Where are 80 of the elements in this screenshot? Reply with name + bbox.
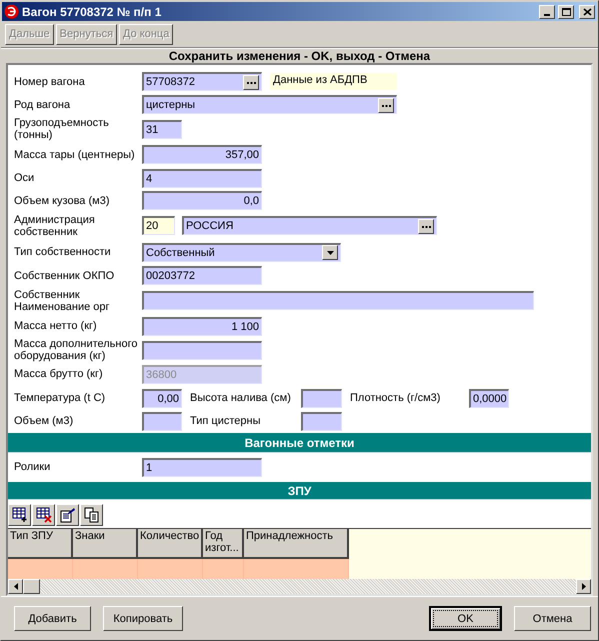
copy-button[interactable] [80, 504, 103, 526]
column-header[interactable]: Количество [138, 529, 203, 559]
browse-button[interactable] [243, 74, 259, 90]
input-field[interactable] [142, 291, 534, 310]
field-label: Масса дополнительного оборудования (кг) [14, 338, 138, 362]
minimize-icon [544, 14, 550, 16]
field-label: Плотность (г/см3) [350, 392, 442, 404]
lookup-field[interactable]: 57708372 [142, 72, 262, 91]
field-label: Масса тары (центнеры) [14, 148, 136, 160]
column-header[interactable]: Год изгот... [203, 529, 244, 559]
ellipsis-icon [422, 224, 430, 228]
input-field[interactable] [142, 412, 182, 430]
ellipsis-icon [246, 80, 256, 84]
right-arrow-icon [582, 583, 586, 590]
field-label: Грузоподъемность (тонны) [14, 117, 110, 141]
dialog-button[interactable]: Добавить [14, 606, 91, 631]
field-label: Объем (м3) [14, 415, 74, 427]
table-add-icon [12, 507, 28, 523]
lookup-field[interactable]: РОССИЯ [182, 216, 437, 235]
table-delete-icon [36, 507, 52, 523]
input-field[interactable]: 4 [142, 168, 262, 188]
field-label: Тип цистерны [190, 415, 262, 427]
field-label: Масса брутто (кг) [14, 368, 104, 380]
dialog-button[interactable]: Отмена [514, 606, 591, 631]
left-arrow-icon [14, 583, 18, 590]
field-label: Тип собственности [14, 246, 112, 258]
input-field[interactable]: 31 [142, 120, 182, 138]
code-field[interactable]: 20 [142, 216, 175, 235]
input-field[interactable]: 0,0000 [469, 388, 509, 408]
app-icon [4, 4, 19, 19]
close-icon [582, 8, 592, 16]
copy-icon [84, 507, 100, 523]
add-row-button[interactable] [8, 504, 31, 526]
edit-button[interactable] [56, 504, 79, 526]
dropdown-field[interactable]: Собственный [142, 242, 341, 262]
maximize-button[interactable] [558, 4, 574, 18]
dropdown-button[interactable] [322, 245, 338, 260]
input-field[interactable]: 00203772 [142, 266, 262, 285]
number-field[interactable]: 0,0 [142, 191, 262, 210]
number-field[interactable]: 1 100 [142, 316, 262, 336]
field-label: Масса нетто (кг) [14, 320, 98, 332]
input-field[interactable] [142, 340, 262, 360]
dialog-button[interactable]: OK [429, 606, 502, 631]
column-header[interactable]: Знаки [73, 529, 138, 559]
ellipsis-icon [382, 104, 390, 106]
number-field[interactable]: 0,00 [142, 388, 182, 408]
browse-button[interactable] [378, 98, 394, 112]
field-label: Высота налива (см) [190, 392, 292, 404]
column-header[interactable]: Принадлежность [244, 529, 349, 559]
field-label: Номер вагона [14, 76, 86, 88]
info-note: Данные из АБДПВ [270, 73, 397, 90]
scrollbar-thumb[interactable] [23, 579, 40, 594]
field-label: Оси [14, 172, 36, 184]
lookup-field[interactable]: цистерны [142, 95, 397, 114]
window-title: Вагон 57708372 № п/п 1 [22, 4, 162, 18]
scroll-left-button[interactable] [8, 579, 23, 594]
section-header: ЗПУ [8, 482, 591, 500]
input-field[interactable] [301, 388, 342, 408]
field-label: Собственник ОКПО [14, 270, 116, 282]
dialog-button[interactable]: Копировать [103, 606, 183, 631]
caret-icon [326, 250, 334, 254]
delete-row-button[interactable] [32, 504, 55, 526]
form-edit-icon [60, 507, 76, 523]
browse-button[interactable] [418, 218, 434, 234]
scroll-right-button[interactable] [576, 579, 591, 594]
input-field[interactable] [301, 412, 342, 430]
minimize-button[interactable] [539, 4, 555, 18]
field-label: Объем кузова (м3) [14, 194, 110, 206]
field-label: Род вагона [14, 98, 72, 110]
maximize-icon [562, 8, 570, 16]
horizontal-scrollbar[interactable] [8, 579, 591, 594]
field-label: Администрация собственник [14, 214, 96, 238]
close-button[interactable] [579, 4, 595, 18]
field-label: Ролики [14, 461, 52, 473]
number-field[interactable]: 357,00 [142, 145, 262, 164]
field-label: Собственник Наименование орг [14, 288, 111, 312]
column-header[interactable]: Тип ЗПУ [8, 529, 73, 559]
field-label: Температура (t C) [14, 392, 106, 404]
section-header: Вагонные отметки [8, 433, 591, 453]
input-field[interactable]: 1 [142, 458, 262, 476]
